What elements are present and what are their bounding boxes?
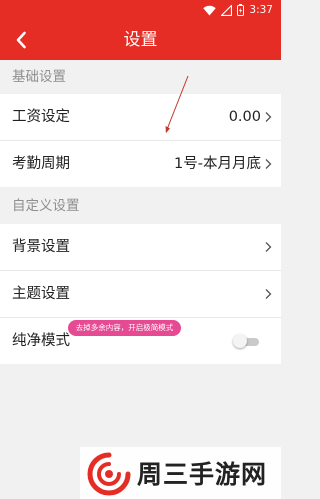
watermark-text: 周三手游网 — [137, 460, 268, 489]
watermark-logo-icon — [87, 452, 131, 496]
annotation-arrow — [165, 75, 189, 133]
watermark: 周三手游网 — [80, 447, 281, 499]
